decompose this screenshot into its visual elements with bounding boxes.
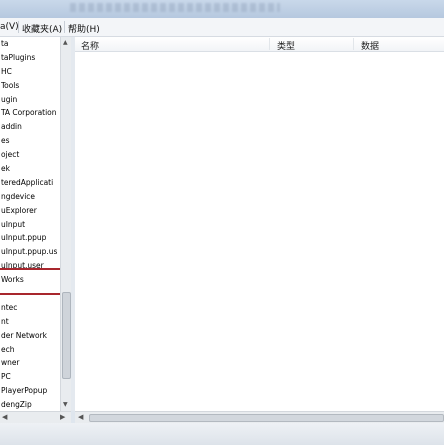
- tree-item[interactable]: oject: [0, 148, 60, 162]
- column-header-name[interactable]: 名称: [81, 39, 99, 52]
- tree-item[interactable]: ngdevice: [0, 190, 60, 204]
- tree-item-highlighted[interactable]: Works: [0, 273, 60, 287]
- column-header-type[interactable]: 类型: [277, 39, 295, 52]
- menu-view[interactable]: a(V): [0, 22, 19, 32]
- scroll-right-arrow-icon[interactable]: ▶: [60, 413, 65, 421]
- title-strip: [0, 0, 444, 18]
- scroll-thumb[interactable]: [62, 292, 71, 379]
- tree-item[interactable]: PlayerPopup: [0, 384, 60, 398]
- tree-item[interactable]: uInput.user: [0, 259, 60, 273]
- tree-horizontal-scrollbar[interactable]: ◀ ▶: [0, 411, 71, 423]
- registry-tree-pane: ta taPlugins HC Tools ugin TA Corporatio…: [0, 37, 60, 411]
- tree-vertical-scrollbar[interactable]: ▲ ▼: [60, 37, 71, 411]
- tree-item[interactable]: ugin: [0, 93, 60, 107]
- tree-item[interactable]: uInput.ppup.us: [0, 245, 60, 259]
- menu-help[interactable]: 帮助(H): [68, 22, 100, 35]
- list-header: 名称 类型 数据: [75, 37, 444, 52]
- scroll-left-arrow-icon[interactable]: ◀: [78, 413, 83, 421]
- scroll-left-arrow-icon[interactable]: ◀: [2, 413, 7, 421]
- column-header-data[interactable]: 数据: [361, 39, 379, 52]
- tree-item[interactable]: ech: [0, 343, 60, 357]
- scroll-down-arrow-icon[interactable]: ▼: [63, 401, 68, 408]
- status-bar: [0, 423, 444, 445]
- menu-separator: [64, 21, 65, 33]
- tree-item[interactable]: Tools: [0, 79, 60, 93]
- tree-item[interactable]: der Network: [0, 329, 60, 343]
- column-separator[interactable]: [269, 38, 270, 50]
- list-horizontal-scrollbar[interactable]: ◀: [75, 411, 444, 423]
- column-separator[interactable]: [353, 38, 354, 50]
- tree-item[interactable]: TA Corporation: [0, 106, 60, 120]
- tree-item[interactable]: teredApplicati: [0, 176, 60, 190]
- tree-item[interactable]: uExplorer: [0, 204, 60, 218]
- blurred-address-text: [70, 3, 280, 12]
- registry-values-pane: 名称 类型 数据: [75, 37, 444, 411]
- tree-item[interactable]: ntec: [0, 301, 60, 315]
- tree-item[interactable]: HC: [0, 65, 60, 79]
- tree-item[interactable]: uInput: [0, 218, 60, 232]
- menu-favorites[interactable]: 收藏夹(A): [22, 22, 62, 35]
- scroll-up-arrow-icon[interactable]: ▲: [63, 39, 68, 46]
- menu-separator: [18, 21, 19, 33]
- tree-item[interactable]: PC: [0, 370, 60, 384]
- tree-item[interactable]: addin: [0, 120, 60, 134]
- tree-item[interactable]: uInput.ppup: [0, 231, 60, 245]
- tree-item[interactable]: ta: [0, 37, 60, 51]
- tree-item[interactable]: ek: [0, 162, 60, 176]
- tree-item[interactable]: taPlugins: [0, 51, 60, 65]
- scroll-thumb[interactable]: [89, 414, 444, 422]
- tree-item[interactable]: nt: [0, 315, 60, 329]
- menu-bar: a(V) 收藏夹(A) 帮助(H): [0, 18, 444, 37]
- tree-item[interactable]: wner: [0, 356, 60, 370]
- tree-item[interactable]: [0, 287, 60, 301]
- tree-item[interactable]: dengZip: [0, 398, 60, 411]
- tree-item[interactable]: es: [0, 134, 60, 148]
